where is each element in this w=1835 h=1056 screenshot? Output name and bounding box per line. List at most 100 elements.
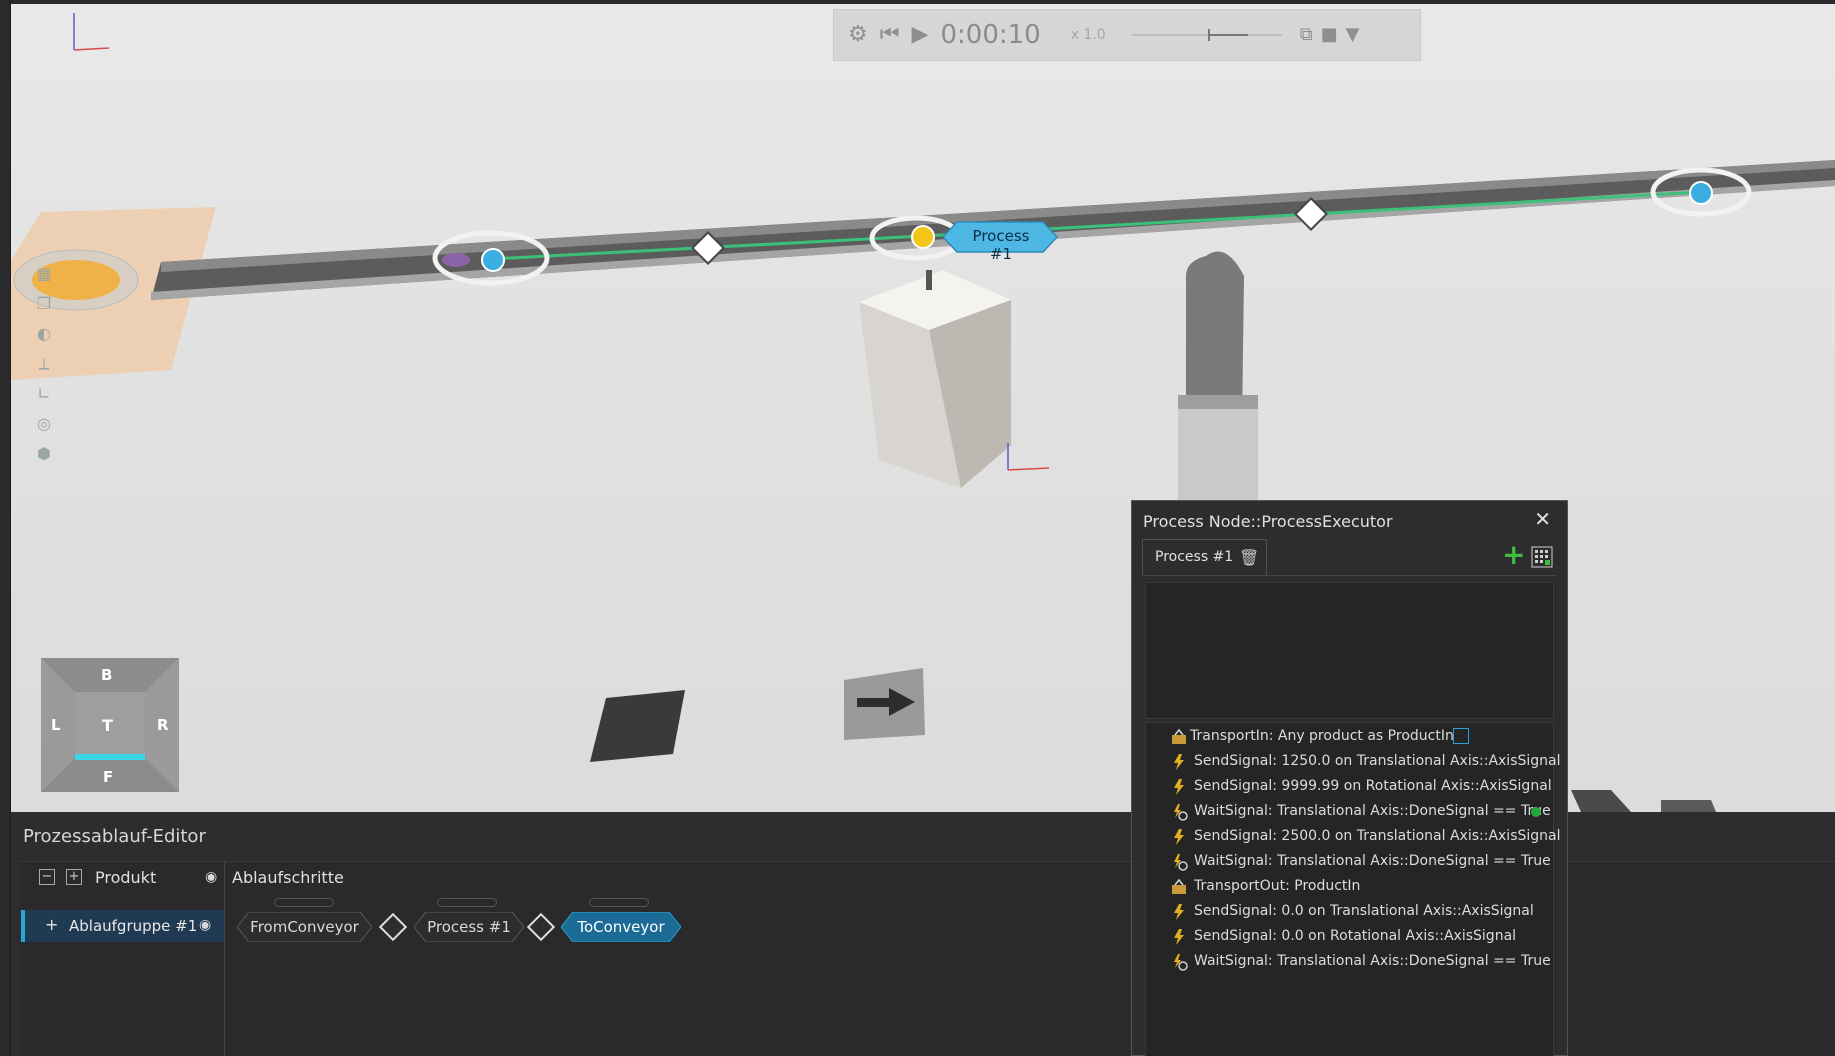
wait-signal-icon <box>1174 954 1188 971</box>
add-group-icon[interactable]: + <box>45 915 58 934</box>
list-item-text: WaitSignal: Translational Axis::DoneSign… <box>1194 953 1551 969</box>
pipe-collar <box>1178 395 1258 409</box>
flow-group-row[interactable]: + Ablaufgruppe #1 ◉ <box>21 910 224 942</box>
floor-tile <box>590 690 685 762</box>
speed-slider-fill <box>1207 34 1248 36</box>
list-item[interactable]: SendSignal: 9999.99 on Rotational Axis::… <box>1146 775 1555 799</box>
trash-icon[interactable]: 🗑 <box>1239 548 1259 567</box>
axes-icon[interactable]: ⟂ <box>31 352 57 376</box>
list-item-text: SendSignal: 0.0 on Rotational Axis::Axis… <box>1194 928 1517 944</box>
step-capsule-2 <box>437 898 497 907</box>
send-signal-icon <box>1174 779 1184 795</box>
column-divider[interactable] <box>224 861 225 1056</box>
list-item[interactable]: TransportIn: Any product as ProductIn <box>1146 725 1555 749</box>
view-cube-right[interactable]: R <box>157 716 169 734</box>
measure-icon[interactable]: ∟ <box>31 382 57 406</box>
send-signal-icon <box>1174 904 1184 920</box>
view-cube[interactable]: B L T R F <box>41 658 179 792</box>
process-action-list: TransportIn: Any product as ProductIn Se… <box>1145 722 1561 1056</box>
step-connector-1[interactable] <box>378 912 408 942</box>
visibility-eye-icon[interactable]: ◉ <box>205 869 217 885</box>
step-capsule-3 <box>589 898 649 907</box>
wait-signal-icon <box>1174 854 1188 871</box>
process-path <box>490 190 1702 261</box>
viewport-tool-column: ▦ ❒ ◐ ⟂ ∟ ◎ ⬢ <box>31 262 61 472</box>
step-to-conveyor[interactable]: ToConveyor <box>561 912 681 942</box>
filter-icon[interactable]: ▼ <box>1346 26 1360 44</box>
left-edge-strip <box>0 0 11 1056</box>
orbit-icon[interactable]: ◐ <box>31 322 57 346</box>
step-connector-2[interactable] <box>526 912 556 942</box>
floor-object-2 <box>1661 800 1716 812</box>
path-node-end <box>1689 181 1713 205</box>
view-cube-back[interactable]: B <box>101 666 112 684</box>
checkbox-checked-icon[interactable] <box>1453 728 1469 744</box>
grid-icon-drawing <box>1531 546 1553 568</box>
view-cube-front[interactable]: F <box>103 768 113 786</box>
group-visibility-eye-icon[interactable]: ◉ <box>199 917 211 933</box>
list-item-text: WaitSignal: Translational Axis::DoneSign… <box>1194 803 1551 819</box>
list-item[interactable]: SendSignal: 2500.0 on Translational Axis… <box>1146 825 1561 849</box>
steps-column-header: Ablaufschritte <box>232 868 344 887</box>
product-marker <box>442 253 470 267</box>
transport-icon <box>1172 728 1186 744</box>
send-signal-icon <box>1174 929 1184 945</box>
path-node-start <box>481 248 505 272</box>
list-item[interactable]: TransportOut: ProductIn <box>1146 875 1555 899</box>
camera-icon[interactable]: ■ <box>1321 26 1338 44</box>
list-item[interactable]: SendSignal: 0.0 on Rotational Axis::Axis… <box>1146 925 1555 949</box>
play-icon[interactable]: ▶ <box>912 24 929 46</box>
editor-title: Prozessablauf-Editor <box>23 826 206 847</box>
close-icon[interactable]: ✕ <box>1534 507 1551 531</box>
app-window: Process #1 ⚙ ⏮ ▶ 0:00:10 x 1.0 ⧉ ■ ▼ ▦ ❒… <box>0 0 1835 1056</box>
transport-icon <box>1172 878 1186 894</box>
box-axis-x <box>1007 467 1050 471</box>
shading-icon[interactable]: ⬢ <box>31 442 57 466</box>
step-from-conveyor[interactable]: FromConveyor <box>237 912 372 942</box>
settings-gear-icon[interactable]: ⚙ <box>848 24 868 46</box>
list-item[interactable]: WaitSignal: Translational Axis::DoneSign… <box>1146 800 1555 824</box>
collapse-all-button[interactable]: − <box>39 869 55 885</box>
view-cube-top[interactable]: T <box>102 716 113 735</box>
axis-x-line <box>73 47 110 51</box>
list-item[interactable]: SendSignal: 1250.0 on Translational Axis… <box>1146 750 1561 774</box>
playback-time: 0:00:10 <box>940 20 1041 50</box>
speed-slider[interactable] <box>1131 25 1282 45</box>
step-capsule-1 <box>274 898 334 907</box>
floor-object-1 <box>1571 790 1631 812</box>
speed-slider-handle[interactable] <box>1207 29 1210 41</box>
view-cube-left[interactable]: L <box>51 716 61 734</box>
product-column-header: Produkt <box>95 868 157 887</box>
snap-icon[interactable]: ◎ <box>31 412 57 436</box>
pipe-lower <box>1178 395 1258 510</box>
dialog-tab-bar: Process #1 🗑 + <box>1142 539 1557 576</box>
list-item-text: TransportIn: Any product as ProductIn <box>1190 728 1454 744</box>
list-item-text: SendSignal: 2500.0 on Translational Axis… <box>1194 828 1561 844</box>
step-process-1[interactable]: Process #1 <box>414 912 524 942</box>
grid-view-icon[interactable]: ▦ <box>31 262 57 286</box>
list-item-text: SendSignal: 0.0 on Translational Axis::A… <box>1194 903 1534 919</box>
list-item-text: SendSignal: 9999.99 on Rotational Axis::… <box>1194 778 1552 794</box>
list-item-text: WaitSignal: Translational Axis::DoneSign… <box>1194 853 1551 869</box>
tab-process-1[interactable]: Process #1 🗑 <box>1142 539 1267 575</box>
path-node-process <box>911 225 935 249</box>
send-signal-icon <box>1174 754 1184 770</box>
status-active-dot <box>1531 807 1541 817</box>
list-item[interactable]: SendSignal: 0.0 on Translational Axis::A… <box>1146 900 1555 924</box>
export-icon[interactable]: ⧉ <box>1300 26 1313 44</box>
speed-slider-track <box>1131 34 1282 36</box>
grid-icon[interactable] <box>1531 546 1553 568</box>
flow-group-name: Ablaufgruppe #1 <box>69 917 198 935</box>
rewind-icon[interactable]: ⏮ <box>880 24 900 46</box>
list-item[interactable]: WaitSignal: Translational Axis::DoneSign… <box>1146 950 1555 974</box>
process-tag-label[interactable]: Process #1 <box>961 227 1041 263</box>
box-view-icon[interactable]: ❒ <box>31 292 57 316</box>
add-process-button[interactable]: + <box>1502 539 1525 571</box>
connector-shape-2 <box>526 912 556 942</box>
expand-all-button[interactable]: + <box>66 869 82 885</box>
list-item[interactable]: WaitSignal: Translational Axis::DoneSign… <box>1146 850 1555 874</box>
process-preview-area <box>1145 582 1554 719</box>
playback-speed: x 1.0 <box>1070 27 1106 43</box>
connector-shape-1 <box>378 912 408 942</box>
wait-signal-icon <box>1174 804 1188 821</box>
